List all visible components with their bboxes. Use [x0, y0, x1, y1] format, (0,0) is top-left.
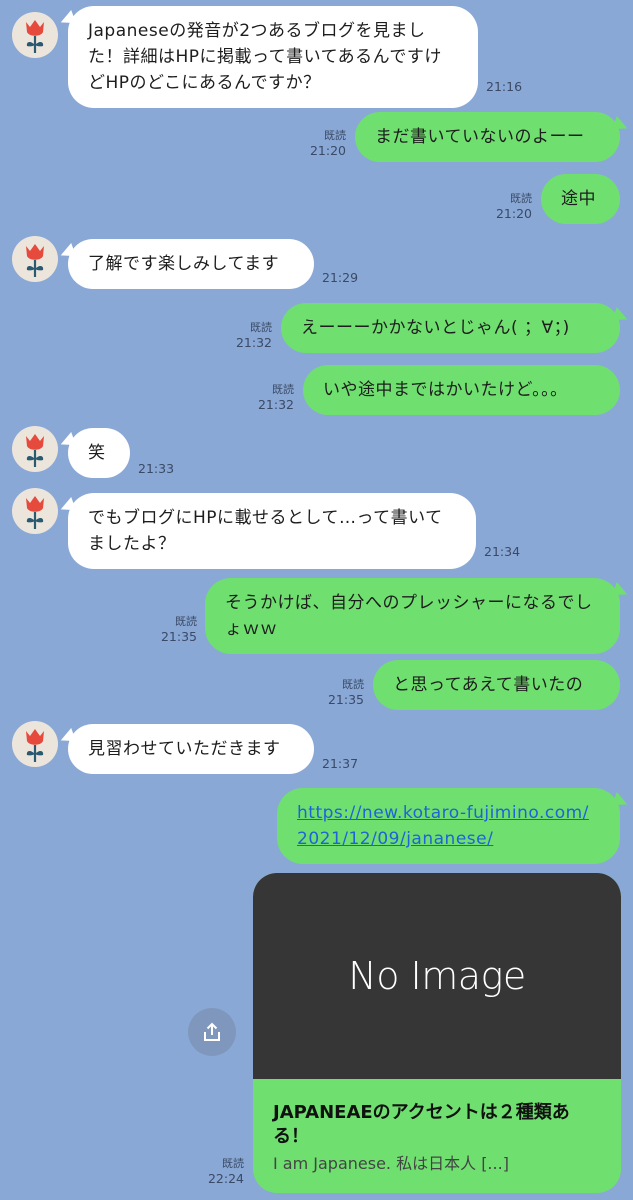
message-meta: 既読 21:35 — [326, 677, 364, 707]
message-meta: 21:29 — [322, 270, 358, 285]
red-tulip-icon — [26, 496, 44, 529]
message-time: 21:35 — [160, 629, 197, 644]
message-time: 21:35 — [327, 692, 364, 707]
message-time: 21:32 — [235, 335, 272, 350]
message-time: 21:37 — [322, 756, 359, 771]
message-meta: 21:33 — [138, 461, 174, 476]
read-receipt: 既読 — [510, 192, 532, 205]
message-meta: 既読 21:32 — [234, 320, 272, 350]
avatar[interactable] — [12, 426, 58, 472]
red-tulip-icon — [26, 729, 44, 762]
message-text: 見習わせていただきます — [88, 739, 281, 759]
message-text: 途中 — [561, 189, 596, 209]
read-receipt: 既読 — [222, 1157, 244, 1170]
message-time: 21:20 — [309, 143, 346, 158]
message-meta: 既読 21:32 — [256, 382, 294, 412]
outgoing-link-message[interactable]: https://new.kotaro-fujimino.com/2021/12/… — [277, 788, 620, 864]
outgoing-message[interactable]: まだ書いていないのよーー — [355, 112, 620, 162]
message-time: 21:33 — [138, 461, 175, 476]
incoming-message[interactable]: 笑 — [68, 428, 130, 478]
avatar[interactable] — [12, 488, 58, 534]
no-image-text: No Image — [348, 954, 526, 998]
message-text: Japaneseの発音が2つあるブログを見ました！詳細はHPに掲載って書いてある… — [88, 21, 442, 93]
share-button[interactable] — [188, 1008, 236, 1056]
message-meta: 21:37 — [322, 756, 358, 771]
message-text: と思ってあえて書いたの — [393, 675, 584, 695]
link-preview-card[interactable]: No Image JAPANEAEのアクセントは２種類ある！ I am Japa… — [253, 873, 621, 1193]
read-receipt: 既読 — [175, 615, 197, 628]
share-icon — [204, 1022, 220, 1041]
message-meta: 既読 22:24 — [206, 1156, 244, 1186]
link-preview-description: I am Japanese. 私は日本人 [...] — [273, 1154, 509, 1173]
message-text: いや途中まではかいたけど。。。 — [323, 380, 568, 400]
link-preview-title: JAPANEAEのアクセントは２種類ある！ — [273, 1102, 570, 1147]
read-receipt: 既読 — [324, 129, 346, 142]
incoming-message[interactable]: 見習わせていただきます — [68, 724, 314, 774]
message-meta: 既読 21:35 — [159, 614, 197, 644]
message-time: 22:24 — [207, 1171, 244, 1186]
outgoing-message[interactable]: そうかけば、自分へのプレッシャーになるでしょｗｗ — [205, 578, 620, 654]
incoming-message[interactable]: Japaneseの発音が2つあるブログを見ました！詳細はHPに掲載って書いてある… — [68, 6, 478, 108]
red-tulip-icon — [26, 434, 44, 467]
message-meta: 21:16 — [486, 79, 522, 94]
avatar[interactable] — [12, 12, 58, 58]
message-text: そうかけば、自分へのプレッシャーになるでしょｗｗ — [225, 593, 593, 639]
message-text: でもブログにHPに載せるとして…って書いてましたよ？ — [88, 508, 443, 554]
read-receipt: 既読 — [272, 383, 294, 396]
avatar[interactable] — [12, 236, 58, 282]
message-time: 21:20 — [495, 206, 532, 221]
message-meta: 既読 21:20 — [308, 128, 346, 158]
chat-area: Japaneseの発音が2つあるブログを見ました！詳細はHPに掲載って書いてある… — [0, 0, 633, 1200]
message-text: 了解です楽しみしてます — [88, 254, 280, 274]
incoming-message[interactable]: 了解です楽しみしてます — [68, 239, 314, 289]
message-meta: 21:34 — [484, 544, 520, 559]
message-link[interactable]: https://new.kotaro-fujimino.com/2021/12/… — [297, 803, 589, 849]
message-meta: 既読 21:20 — [494, 191, 532, 221]
message-time: 21:34 — [484, 544, 521, 559]
outgoing-message[interactable]: と思ってあえて書いたの — [373, 660, 620, 710]
message-text: えーーーかかないとじゃん( ；∀；) — [301, 318, 570, 338]
read-receipt: 既読 — [342, 678, 364, 691]
read-receipt: 既読 — [250, 321, 272, 334]
outgoing-message[interactable]: えーーーかかないとじゃん( ；∀；) — [281, 303, 620, 353]
message-time: 21:16 — [486, 79, 523, 94]
incoming-message[interactable]: でもブログにHPに載せるとして…って書いてましたよ？ — [68, 493, 476, 569]
message-time: 21:32 — [257, 397, 294, 412]
avatar[interactable] — [12, 721, 58, 767]
message-text: 笑 — [88, 443, 106, 463]
link-preview-image[interactable]: No Image — [253, 873, 621, 1079]
outgoing-message[interactable]: 途中 — [541, 174, 620, 224]
red-tulip-icon — [26, 244, 44, 277]
message-text: まだ書いていないのよーー — [375, 127, 585, 147]
outgoing-message[interactable]: いや途中まではかいたけど。。。 — [303, 365, 620, 415]
message-time: 21:29 — [322, 270, 359, 285]
red-tulip-icon — [26, 20, 44, 53]
